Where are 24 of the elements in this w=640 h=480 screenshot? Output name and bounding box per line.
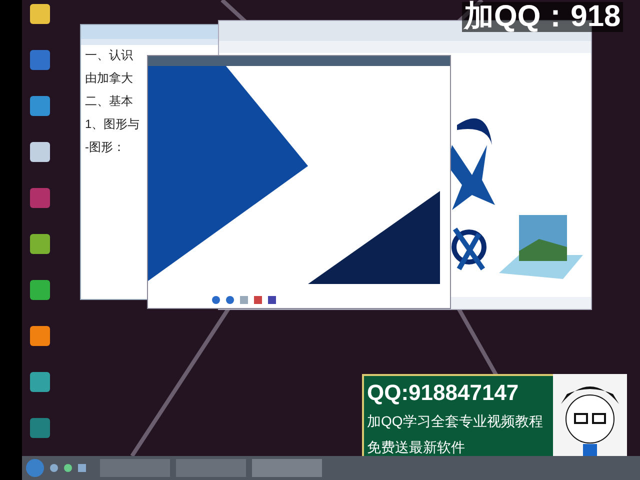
overlay-caption: 加QQ：918 [462, 2, 623, 32]
taskbar-button[interactable] [100, 459, 170, 477]
taskbar-button[interactable] [176, 459, 246, 477]
desktop-icon[interactable] [30, 4, 50, 24]
taskbar-button[interactable] [252, 459, 322, 477]
desktop-icon[interactable] [30, 418, 50, 438]
document-text-line: 由加拿大 [85, 72, 134, 84]
qq-number: QQ:918847147 [367, 379, 520, 407]
document-text-line: 1、图形与 [85, 118, 141, 130]
promo-text: 免费送最新软件 [367, 438, 466, 457]
desktop-icon[interactable] [30, 96, 50, 116]
desktop-icon[interactable] [30, 50, 50, 70]
desktop-icon[interactable] [30, 326, 50, 346]
promo-text: 加QQ学习全套专业视频教程 [367, 412, 544, 431]
desktop-icon[interactable] [30, 234, 50, 254]
desktop-icon[interactable] [30, 142, 50, 162]
start-button[interactable] [26, 459, 44, 477]
desktop-icon[interactable] [30, 372, 50, 392]
document-text-line: -图形： [85, 141, 126, 153]
viewer-toolbar [212, 296, 276, 304]
document-text-line: 二、基本 [85, 95, 134, 107]
desktop-icon[interactable] [30, 188, 50, 208]
desktop-icon[interactable] [30, 280, 50, 300]
document-text-line: 一、认识 [85, 49, 134, 61]
